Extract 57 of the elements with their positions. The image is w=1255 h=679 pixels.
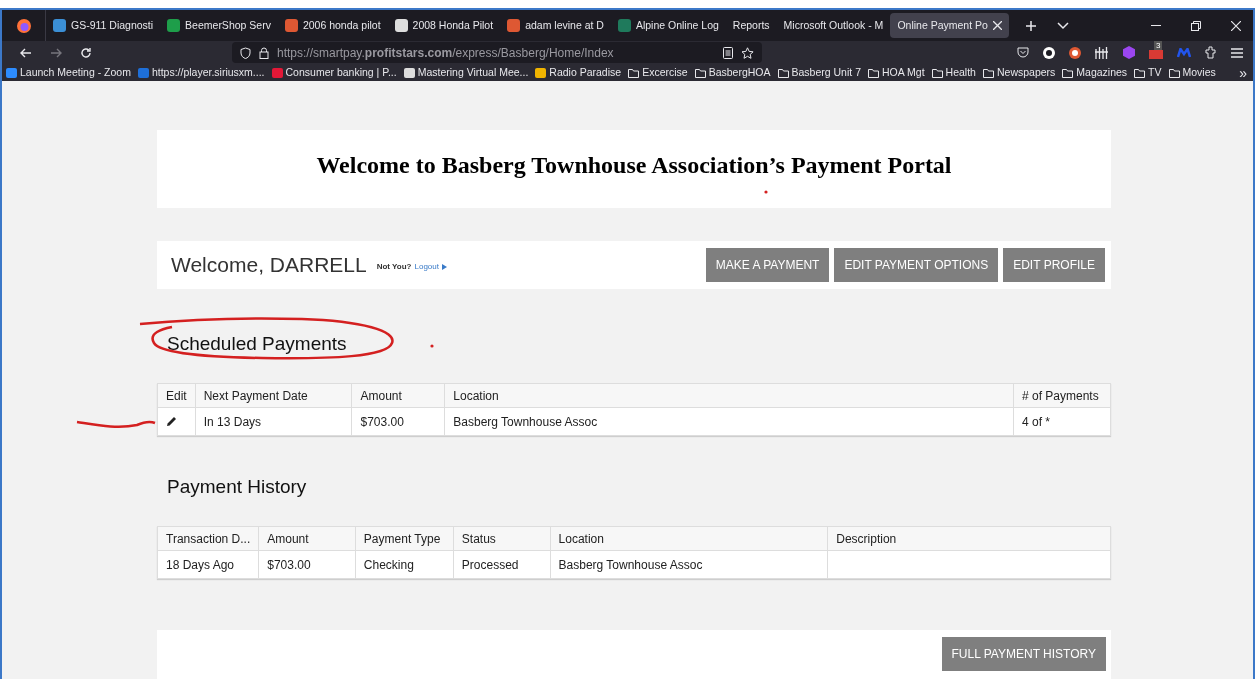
notification-badge: 3: [1154, 40, 1163, 50]
column-header: Description: [827, 526, 1111, 551]
bookmark[interactable]: Radio Paradise: [535, 64, 622, 81]
column-header: Amount: [258, 526, 356, 551]
column-header: Location: [550, 526, 828, 551]
bookmark[interactable]: Consumer banking | P...: [271, 64, 397, 81]
column-header: Edit: [157, 383, 196, 408]
bookmark[interactable]: BasbergHOA: [694, 64, 771, 81]
logout-link[interactable]: Logout: [414, 261, 447, 273]
browser-tab[interactable]: Online Payment Po: [890, 13, 1009, 38]
address-bar[interactable]: https://smartpay.profitstars.com/express/Basberg/Home/Index: [232, 42, 762, 63]
welcome-text: Welcome, DARRELL: [171, 252, 367, 279]
table-cell: 18 Days Ago: [157, 550, 259, 579]
table-cell: $703.00: [352, 407, 445, 436]
nav-button[interactable]: EDIT PROFILE: [1003, 248, 1105, 282]
bookmarks-overflow-button[interactable]: »: [1239, 65, 1253, 80]
column-header: Payment Type: [355, 526, 454, 551]
full-payment-history-button[interactable]: FULL PAYMENT HISTORY: [941, 637, 1106, 671]
table-cell: 4 of *: [1013, 407, 1111, 436]
section-heading: Payment History: [167, 475, 307, 499]
table-cell: $703.00: [258, 550, 356, 579]
bookmark[interactable]: Newspapers: [982, 64, 1056, 81]
bookmark[interactable]: HOA Mgt: [868, 64, 925, 81]
bookmark[interactable]: Basberg Unit 7: [777, 64, 861, 81]
browser-tab[interactable]: BeemerShop Serv: [160, 13, 278, 38]
nav-button[interactable]: MAKE A PAYMENT: [705, 248, 830, 282]
column-header: Amount: [352, 383, 445, 408]
browser-tab[interactable]: Alpine Online Log: [610, 13, 726, 38]
not-you-text: Not You?: [376, 261, 412, 273]
bookmark[interactable]: Mastering Virtual Mee...: [403, 64, 529, 81]
column-header: Status: [453, 526, 551, 551]
browser-tab[interactable]: 2008 Honda Pilot: [387, 13, 501, 38]
bookmark[interactable]: TV: [1134, 64, 1162, 81]
column-header: Transaction D...: [157, 526, 259, 551]
table-cell: Processed: [453, 550, 551, 579]
table-cell: In 13 Days: [195, 407, 352, 436]
bookmark[interactable]: https://player.siriusxm....: [137, 64, 265, 81]
bookmark[interactable]: Excercise: [628, 64, 688, 81]
page-title: Welcome to Basberg Townhouse Association’s Payment Portal: [316, 151, 952, 180]
bookmark[interactable]: Health: [931, 64, 976, 81]
bookmark[interactable]: Launch Meeting - Zoom: [6, 64, 131, 81]
section-heading: Scheduled Payments: [167, 332, 347, 356]
browser-tab[interactable]: GS-911 Diagnosti: [46, 13, 161, 38]
url-text: https://smartpay.profitstars.com/express/Basberg/Home/Index: [277, 44, 614, 62]
nav-button[interactable]: EDIT PAYMENT OPTIONS: [834, 248, 999, 282]
table-cell: Basberg Townhouse Assoc: [550, 550, 828, 579]
browser-tab[interactable]: 2006 honda pilot: [277, 13, 388, 38]
column-header: # of Payments: [1013, 383, 1111, 408]
bookmark[interactable]: Movies: [1168, 64, 1216, 81]
browser-tab[interactable]: adam levine at D: [500, 13, 611, 38]
bookmark[interactable]: Magazines: [1062, 64, 1128, 81]
column-header: Next Payment Date: [195, 383, 352, 408]
browser-tab[interactable]: Reports: [725, 13, 777, 38]
table-cell: Basberg Townhouse Assoc: [444, 407, 1014, 436]
browser-tab[interactable]: Microsoft Outlook - M: [776, 13, 891, 38]
column-header: Location: [444, 383, 1014, 408]
table-cell: Checking: [355, 550, 454, 579]
